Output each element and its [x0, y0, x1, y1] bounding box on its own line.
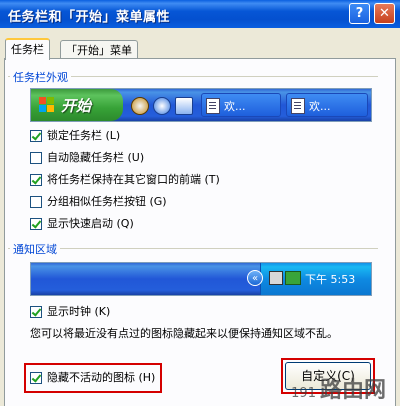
close-button[interactable]: ✕ — [374, 3, 395, 24]
show-desktop-icon — [175, 97, 193, 115]
lock-taskbar-checkbox[interactable] — [30, 130, 42, 142]
windows-flag-icon — [39, 97, 55, 113]
start-button-preview: 开始 — [31, 89, 123, 121]
taskbar-appearance-title: 任务栏外观 — [10, 69, 71, 85]
start-label: 开始 — [61, 97, 92, 115]
quick-launch-checkbox[interactable] — [30, 218, 42, 230]
notification-area-title: 通知区域 — [10, 241, 60, 257]
title-bar[interactable]: 任务栏和「开始」菜单属性 ? ✕ — [0, 0, 400, 28]
properties-window: 任务栏和「开始」菜单属性 ? ✕ 任务栏 「开始」菜单 任务栏外观 开始 欢..… — [0, 0, 400, 406]
clock-preview: 下午 5:53 — [305, 273, 356, 286]
task-button-preview: 欢... — [286, 93, 368, 117]
tab-taskbar[interactable]: 任务栏 — [5, 38, 50, 60]
show-clock-checkbox[interactable] — [30, 306, 42, 318]
chevron-left-icon: « — [247, 270, 263, 286]
highlight-box — [24, 363, 162, 393]
group-buttons-checkbox[interactable] — [30, 196, 42, 208]
auto-hide-checkbox[interactable] — [30, 152, 42, 164]
document-icon — [206, 98, 220, 114]
task-button-preview: 欢... — [201, 93, 281, 117]
notification-description: 您可以将最近没有点过的图标隐藏起来以便保持通知区域不乱。 — [30, 327, 338, 340]
tab-start-menu[interactable]: 「开始」菜单 — [60, 40, 138, 60]
network-icon — [269, 271, 283, 285]
notification-preview: « 下午 5:53 — [30, 262, 372, 296]
help-button[interactable]: ? — [349, 3, 370, 24]
window-title: 任务栏和「开始」菜单属性 — [8, 10, 171, 25]
internet-explorer-icon — [153, 97, 171, 115]
keep-on-top-checkbox[interactable] — [30, 174, 42, 186]
media-player-icon — [131, 97, 149, 115]
watermark: 191 路由网 — [291, 378, 386, 403]
taskbar-preview: 开始 欢... 欢... — [30, 88, 372, 122]
document-icon — [291, 98, 305, 114]
safely-remove-icon — [285, 271, 301, 285]
group-divider — [8, 248, 378, 249]
system-tray-preview: « 下午 5:53 — [247, 263, 371, 295]
